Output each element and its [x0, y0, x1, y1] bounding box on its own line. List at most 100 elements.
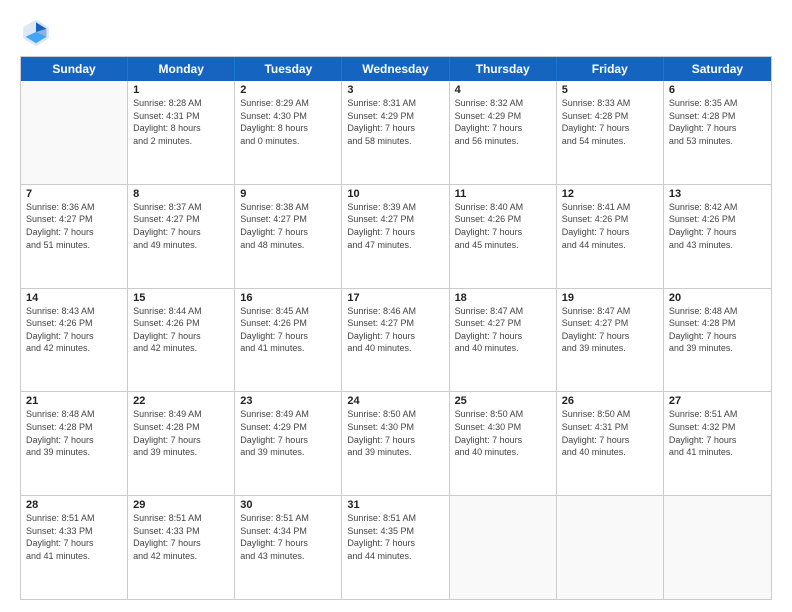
calendar-cell: 7Sunrise: 8:36 AM Sunset: 4:27 PM Daylig…: [21, 185, 128, 288]
day-info: Sunrise: 8:46 AM Sunset: 4:27 PM Dayligh…: [347, 305, 443, 355]
day-info: Sunrise: 8:36 AM Sunset: 4:27 PM Dayligh…: [26, 201, 122, 251]
day-info: Sunrise: 8:50 AM Sunset: 4:31 PM Dayligh…: [562, 408, 658, 458]
day-info: Sunrise: 8:47 AM Sunset: 4:27 PM Dayligh…: [562, 305, 658, 355]
calendar-row-4: 21Sunrise: 8:48 AM Sunset: 4:28 PM Dayli…: [21, 391, 771, 495]
day-number: 29: [133, 499, 229, 511]
header-day-sunday: Sunday: [21, 57, 128, 81]
day-info: Sunrise: 8:42 AM Sunset: 4:26 PM Dayligh…: [669, 201, 766, 251]
day-info: Sunrise: 8:51 AM Sunset: 4:33 PM Dayligh…: [26, 512, 122, 562]
day-number: 18: [455, 292, 551, 304]
day-number: 6: [669, 84, 766, 96]
calendar-cell: 3Sunrise: 8:31 AM Sunset: 4:29 PM Daylig…: [342, 81, 449, 184]
day-info: Sunrise: 8:45 AM Sunset: 4:26 PM Dayligh…: [240, 305, 336, 355]
day-info: Sunrise: 8:35 AM Sunset: 4:28 PM Dayligh…: [669, 97, 766, 147]
calendar-cell: 20Sunrise: 8:48 AM Sunset: 4:28 PM Dayli…: [664, 289, 771, 392]
calendar-cell: 29Sunrise: 8:51 AM Sunset: 4:33 PM Dayli…: [128, 496, 235, 599]
calendar-cell: 25Sunrise: 8:50 AM Sunset: 4:30 PM Dayli…: [450, 392, 557, 495]
calendar-cell: 27Sunrise: 8:51 AM Sunset: 4:32 PM Dayli…: [664, 392, 771, 495]
calendar-cell: 19Sunrise: 8:47 AM Sunset: 4:27 PM Dayli…: [557, 289, 664, 392]
day-number: 1: [133, 84, 229, 96]
calendar-cell: 18Sunrise: 8:47 AM Sunset: 4:27 PM Dayli…: [450, 289, 557, 392]
calendar-row-3: 14Sunrise: 8:43 AM Sunset: 4:26 PM Dayli…: [21, 288, 771, 392]
calendar-cell: 5Sunrise: 8:33 AM Sunset: 4:28 PM Daylig…: [557, 81, 664, 184]
day-number: 30: [240, 499, 336, 511]
day-number: 4: [455, 84, 551, 96]
day-info: Sunrise: 8:47 AM Sunset: 4:27 PM Dayligh…: [455, 305, 551, 355]
day-info: Sunrise: 8:51 AM Sunset: 4:33 PM Dayligh…: [133, 512, 229, 562]
day-info: Sunrise: 8:31 AM Sunset: 4:29 PM Dayligh…: [347, 97, 443, 147]
day-number: 26: [562, 395, 658, 407]
header: [20, 16, 772, 48]
day-info: Sunrise: 8:39 AM Sunset: 4:27 PM Dayligh…: [347, 201, 443, 251]
calendar-cell: 6Sunrise: 8:35 AM Sunset: 4:28 PM Daylig…: [664, 81, 771, 184]
day-info: Sunrise: 8:51 AM Sunset: 4:32 PM Dayligh…: [669, 408, 766, 458]
day-info: Sunrise: 8:50 AM Sunset: 4:30 PM Dayligh…: [455, 408, 551, 458]
day-number: 17: [347, 292, 443, 304]
day-info: Sunrise: 8:48 AM Sunset: 4:28 PM Dayligh…: [669, 305, 766, 355]
calendar: SundayMondayTuesdayWednesdayThursdayFrid…: [20, 56, 772, 600]
calendar-cell: 12Sunrise: 8:41 AM Sunset: 4:26 PM Dayli…: [557, 185, 664, 288]
calendar-row-5: 28Sunrise: 8:51 AM Sunset: 4:33 PM Dayli…: [21, 495, 771, 599]
calendar-cell: 21Sunrise: 8:48 AM Sunset: 4:28 PM Dayli…: [21, 392, 128, 495]
calendar-cell: 8Sunrise: 8:37 AM Sunset: 4:27 PM Daylig…: [128, 185, 235, 288]
day-info: Sunrise: 8:40 AM Sunset: 4:26 PM Dayligh…: [455, 201, 551, 251]
logo-icon: [20, 16, 52, 48]
day-info: Sunrise: 8:41 AM Sunset: 4:26 PM Dayligh…: [562, 201, 658, 251]
day-info: Sunrise: 8:49 AM Sunset: 4:28 PM Dayligh…: [133, 408, 229, 458]
day-info: Sunrise: 8:49 AM Sunset: 4:29 PM Dayligh…: [240, 408, 336, 458]
calendar-cell: 22Sunrise: 8:49 AM Sunset: 4:28 PM Dayli…: [128, 392, 235, 495]
day-info: Sunrise: 8:28 AM Sunset: 4:31 PM Dayligh…: [133, 97, 229, 147]
day-info: Sunrise: 8:51 AM Sunset: 4:34 PM Dayligh…: [240, 512, 336, 562]
calendar-cell: [21, 81, 128, 184]
header-day-tuesday: Tuesday: [235, 57, 342, 81]
header-day-thursday: Thursday: [450, 57, 557, 81]
header-day-monday: Monday: [128, 57, 235, 81]
day-number: 16: [240, 292, 336, 304]
day-number: 27: [669, 395, 766, 407]
calendar-cell: 2Sunrise: 8:29 AM Sunset: 4:30 PM Daylig…: [235, 81, 342, 184]
day-info: Sunrise: 8:32 AM Sunset: 4:29 PM Dayligh…: [455, 97, 551, 147]
day-info: Sunrise: 8:48 AM Sunset: 4:28 PM Dayligh…: [26, 408, 122, 458]
calendar-cell: 30Sunrise: 8:51 AM Sunset: 4:34 PM Dayli…: [235, 496, 342, 599]
calendar-header: SundayMondayTuesdayWednesdayThursdayFrid…: [21, 57, 771, 81]
calendar-cell: 31Sunrise: 8:51 AM Sunset: 4:35 PM Dayli…: [342, 496, 449, 599]
day-info: Sunrise: 8:33 AM Sunset: 4:28 PM Dayligh…: [562, 97, 658, 147]
calendar-cell: [450, 496, 557, 599]
header-day-wednesday: Wednesday: [342, 57, 449, 81]
day-info: Sunrise: 8:44 AM Sunset: 4:26 PM Dayligh…: [133, 305, 229, 355]
calendar-cell: 17Sunrise: 8:46 AM Sunset: 4:27 PM Dayli…: [342, 289, 449, 392]
day-info: Sunrise: 8:43 AM Sunset: 4:26 PM Dayligh…: [26, 305, 122, 355]
day-number: 20: [669, 292, 766, 304]
day-info: Sunrise: 8:38 AM Sunset: 4:27 PM Dayligh…: [240, 201, 336, 251]
calendar-cell: 1Sunrise: 8:28 AM Sunset: 4:31 PM Daylig…: [128, 81, 235, 184]
day-number: 24: [347, 395, 443, 407]
day-info: Sunrise: 8:29 AM Sunset: 4:30 PM Dayligh…: [240, 97, 336, 147]
calendar-cell: 4Sunrise: 8:32 AM Sunset: 4:29 PM Daylig…: [450, 81, 557, 184]
calendar-cell: 28Sunrise: 8:51 AM Sunset: 4:33 PM Dayli…: [21, 496, 128, 599]
calendar-row-2: 7Sunrise: 8:36 AM Sunset: 4:27 PM Daylig…: [21, 184, 771, 288]
day-info: Sunrise: 8:51 AM Sunset: 4:35 PM Dayligh…: [347, 512, 443, 562]
day-number: 14: [26, 292, 122, 304]
day-number: 11: [455, 188, 551, 200]
calendar-cell: [664, 496, 771, 599]
day-number: 22: [133, 395, 229, 407]
day-info: Sunrise: 8:50 AM Sunset: 4:30 PM Dayligh…: [347, 408, 443, 458]
day-number: 8: [133, 188, 229, 200]
day-number: 28: [26, 499, 122, 511]
calendar-cell: 10Sunrise: 8:39 AM Sunset: 4:27 PM Dayli…: [342, 185, 449, 288]
day-number: 31: [347, 499, 443, 511]
day-number: 23: [240, 395, 336, 407]
calendar-cell: 15Sunrise: 8:44 AM Sunset: 4:26 PM Dayli…: [128, 289, 235, 392]
calendar-row-1: 1Sunrise: 8:28 AM Sunset: 4:31 PM Daylig…: [21, 81, 771, 184]
day-number: 2: [240, 84, 336, 96]
day-number: 12: [562, 188, 658, 200]
calendar-cell: 13Sunrise: 8:42 AM Sunset: 4:26 PM Dayli…: [664, 185, 771, 288]
header-day-friday: Friday: [557, 57, 664, 81]
calendar-cell: 14Sunrise: 8:43 AM Sunset: 4:26 PM Dayli…: [21, 289, 128, 392]
day-number: 3: [347, 84, 443, 96]
calendar-cell: 11Sunrise: 8:40 AM Sunset: 4:26 PM Dayli…: [450, 185, 557, 288]
calendar-cell: 24Sunrise: 8:50 AM Sunset: 4:30 PM Dayli…: [342, 392, 449, 495]
calendar-cell: [557, 496, 664, 599]
calendar-cell: 16Sunrise: 8:45 AM Sunset: 4:26 PM Dayli…: [235, 289, 342, 392]
day-number: 9: [240, 188, 336, 200]
